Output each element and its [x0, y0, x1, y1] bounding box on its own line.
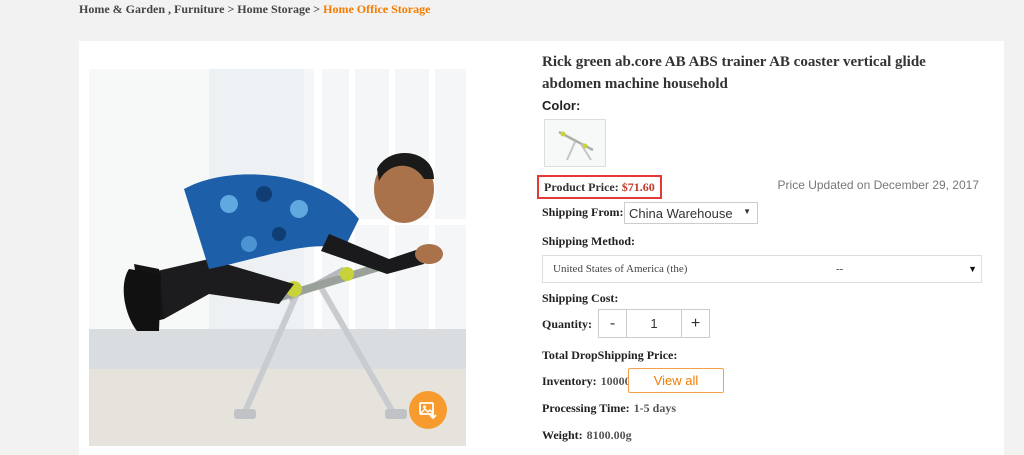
inventory-label: Inventory:	[542, 374, 597, 388]
quantity-input[interactable]	[627, 310, 681, 337]
image-download-icon	[418, 400, 438, 420]
breadcrumb-separator: >	[313, 2, 321, 16]
weight-value: 8100.00g	[586, 428, 632, 442]
processing-time: Processing Time: 1-5 days	[542, 401, 676, 416]
breadcrumb-home-garden[interactable]: Home & Garden	[79, 2, 165, 16]
shipping-country: United States of America (the)	[553, 263, 688, 275]
color-label: Color:	[542, 98, 581, 113]
breadcrumb-current: Home Office Storage	[323, 2, 431, 16]
product-image[interactable]	[89, 69, 466, 446]
weight-label: Weight:	[542, 428, 583, 442]
shipping-method-select[interactable]: United States of America (the) -- ▼	[542, 255, 982, 283]
chevron-down-icon: ▼	[968, 264, 977, 274]
shipping-from-label: Shipping From:	[542, 205, 624, 219]
breadcrumb-furniture[interactable]: Furniture	[174, 2, 224, 16]
inventory: Inventory: 10000	[542, 374, 631, 389]
color-swatch[interactable]	[544, 119, 606, 167]
shipping-from-value: China Warehouse	[629, 205, 733, 221]
processing-time-value: 1-5 days	[633, 401, 677, 415]
color-swatch-thumbnail	[545, 120, 605, 166]
total-price-label: Total DropShipping Price:	[542, 348, 678, 362]
shipping-cost-label: Shipping Cost:	[542, 291, 619, 305]
image-download-button[interactable]	[409, 391, 447, 429]
shipping-method-value: --	[836, 263, 844, 275]
breadcrumb: Home & Garden, Furniture > Home Storage > Hom…	[79, 2, 430, 17]
breadcrumb-separator: ,	[168, 2, 171, 16]
quantity-label: Quantity:	[542, 317, 593, 331]
product-photo	[89, 69, 466, 446]
breadcrumb-home-storage[interactable]: Home Storage	[237, 2, 310, 16]
shipping-from-select[interactable]: China Warehouse ▼	[624, 202, 758, 224]
shipping-method-label: Shipping Method:	[542, 234, 636, 248]
product-price: Product Price: $71.60	[537, 175, 662, 199]
product-card: Rick green ab.core AB ABS trainer AB coa…	[79, 41, 1004, 455]
chevron-down-icon: ▼	[743, 207, 751, 216]
quantity-stepper: - +	[598, 309, 710, 338]
price-value: $71.60	[621, 180, 655, 194]
view-all-button[interactable]: View all	[628, 368, 724, 393]
price-label: Product Price:	[544, 180, 619, 194]
breadcrumb-separator: >	[227, 2, 235, 16]
weight: Weight: 8100.00g	[542, 428, 632, 443]
product-title: Rick green ab.core AB ABS trainer AB coa…	[542, 54, 926, 92]
inventory-value: 10000	[600, 374, 631, 388]
price-updated-text: Price Updated on December 29, 2017	[777, 178, 979, 192]
quantity-decrement-button[interactable]: -	[599, 310, 627, 337]
quantity-increment-button[interactable]: +	[681, 310, 709, 337]
processing-time-label: Processing Time:	[542, 401, 630, 415]
